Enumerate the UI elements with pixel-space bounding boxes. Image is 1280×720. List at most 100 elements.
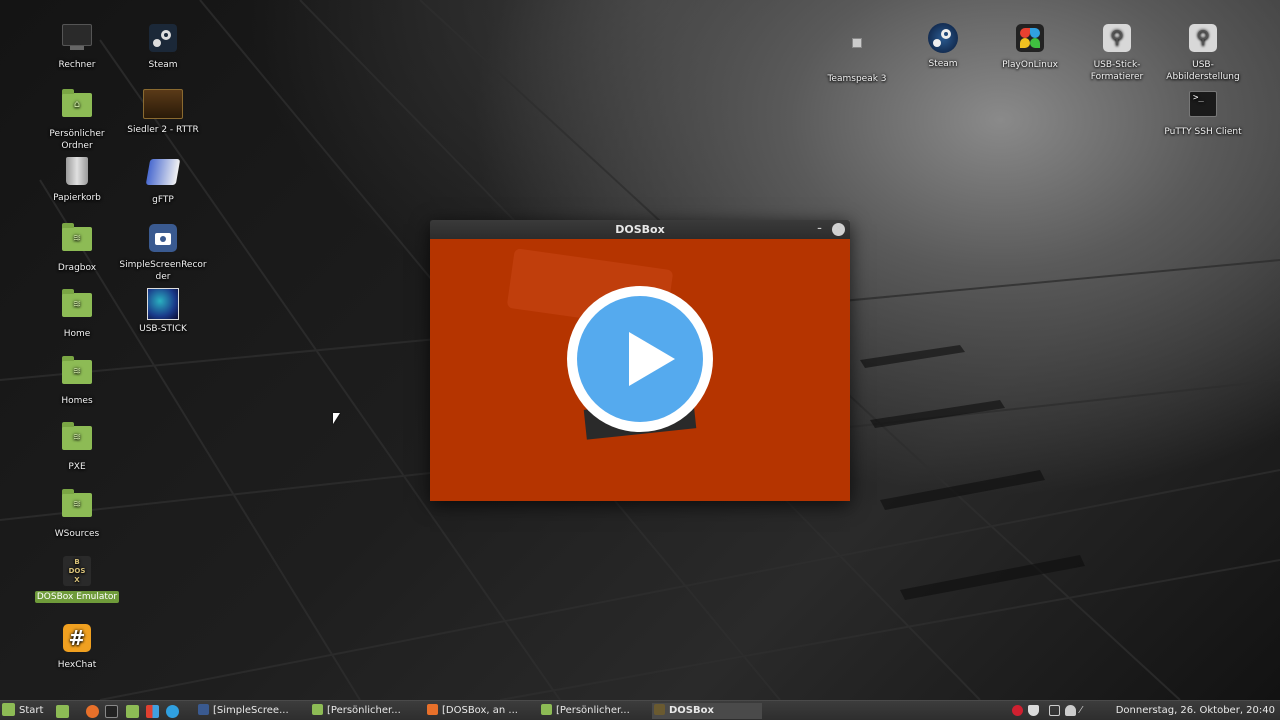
- home-folder-icon: ⌂: [61, 89, 93, 125]
- terminal-icon[interactable]: [105, 705, 118, 718]
- network-folder-icon: ≋: [61, 489, 93, 525]
- icon-label: PlayOnLinux: [1002, 60, 1058, 70]
- playonlinux-icon: [1014, 24, 1046, 56]
- desktop-icon-persoenlicher-ordner[interactable]: ⌂ Persönlicher Ordner: [31, 88, 123, 152]
- network-icon[interactable]: ⁄: [1080, 705, 1091, 716]
- icon-label: gFTP: [152, 195, 174, 205]
- steam-icon: [927, 23, 959, 55]
- desktop-icon-teamspeak[interactable]: Teamspeak 3: [811, 22, 903, 85]
- desktop-icon-papierkorb[interactable]: Papierkorb: [31, 155, 123, 204]
- teamspeak-icon: [841, 38, 873, 70]
- icon-label: Rechner: [58, 60, 96, 70]
- user-icon[interactable]: [1065, 705, 1076, 716]
- desktop-icon-usb-stick[interactable]: USB-STICK: [117, 288, 209, 335]
- shield-icon[interactable]: [1028, 705, 1039, 716]
- firefox-icon: [427, 704, 438, 715]
- desktop-icon-home[interactable]: ≋ Home: [31, 288, 123, 340]
- tray-app-icon[interactable]: [1012, 705, 1023, 716]
- icon-label: Siedler 2 - RTTR: [127, 125, 199, 135]
- desktop-icon-usb-abbilderstellung[interactable]: ⚲ USB-Abbilderstellung: [1157, 22, 1249, 83]
- gftp-icon: [145, 159, 181, 191]
- putty-icon: >_: [1187, 91, 1219, 123]
- icon-label: Homes: [61, 396, 93, 406]
- firefox-icon[interactable]: [86, 705, 99, 718]
- desktop: Rechner ⌂ Persönlicher Ordner Papierkorb…: [0, 0, 1280, 700]
- task-persoenlicher-1[interactable]: [Persönlicher...: [310, 703, 420, 719]
- desktop-icon-steam-right[interactable]: Steam: [897, 22, 989, 70]
- task-dosbox[interactable]: DOSBox: [652, 703, 762, 719]
- steam-icon: [147, 24, 179, 56]
- clock[interactable]: Donnerstag, 26. Oktober, 20:40: [1116, 703, 1275, 719]
- task-label: [Persönlicher...: [327, 705, 401, 716]
- icon-label: PXE: [68, 462, 86, 472]
- mouse-cursor: [333, 413, 340, 424]
- desktop-icon-dosbox-emulator[interactable]: B DOS X DOSBox Emulator: [31, 555, 123, 603]
- icon-label: Teamspeak 3: [827, 74, 887, 84]
- play-icon: [577, 296, 703, 422]
- screen-recorder-icon: [198, 704, 209, 715]
- desktop-icon-playonlinux[interactable]: PlayOnLinux: [984, 22, 1076, 71]
- window-titlebar[interactable]: DOSBox – ✕: [430, 220, 850, 239]
- folder-icon: [312, 704, 323, 715]
- desktop-icon-wsources[interactable]: ≋ WSources: [31, 488, 123, 540]
- file-manager-icon[interactable]: [126, 705, 139, 718]
- task-label: [Persönlicher...: [556, 705, 630, 716]
- icon-label: Papierkorb: [53, 193, 101, 203]
- usb-drive-icon: [147, 288, 179, 320]
- folder-icon: [541, 704, 552, 715]
- icon-label: WSources: [54, 529, 100, 539]
- play-button[interactable]: [567, 286, 713, 432]
- usb-icon: ⚲: [1187, 24, 1219, 56]
- clipboard-icon[interactable]: [1049, 705, 1060, 716]
- desktop-icon-dragbox[interactable]: ≋ Dragbox: [31, 222, 123, 274]
- icon-label: Dragbox: [57, 263, 97, 273]
- network-folder-icon: ≋: [61, 356, 93, 392]
- taskbar: Start [SimpleScree... [Persönlicher... […: [0, 700, 1280, 720]
- task-persoenlicher-2[interactable]: [Persönlicher...: [539, 703, 649, 719]
- show-desktop-icon[interactable]: [56, 705, 69, 718]
- network-folder-icon: ≋: [61, 422, 93, 458]
- icon-label: Persönlicher Ordner: [49, 129, 105, 151]
- desktop-icon-gftp[interactable]: gFTP: [117, 155, 209, 206]
- desktop-icon-simplescreenrecorder[interactable]: SimpleScreenRecorder: [117, 222, 209, 283]
- icon-label: Steam: [148, 60, 178, 70]
- icon-label: PuTTY SSH Client: [1164, 127, 1242, 137]
- icon-label: USB-Abbilderstellung: [1166, 60, 1240, 82]
- desktop-icon-hexchat[interactable]: # HexChat: [31, 622, 123, 671]
- desktop-icon-usb-stick-formatierer[interactable]: ⚲ USB-Stick-Formatierer: [1071, 22, 1163, 83]
- icon-label: Steam: [928, 59, 958, 69]
- close-button[interactable]: ✕: [832, 223, 845, 236]
- dosbox-window[interactable]: DOSBox – ✕: [430, 220, 850, 501]
- siedler-icon: [143, 89, 183, 121]
- desktop-icon-homes[interactable]: ≋ Homes: [31, 355, 123, 407]
- icon-label: USB-Stick-Formatierer: [1090, 60, 1144, 82]
- icon-label: Home: [63, 329, 91, 339]
- task-label: [DOSBox, an ...: [442, 705, 518, 716]
- network-folder-icon: ≋: [61, 289, 93, 325]
- desktop-icon-steam[interactable]: Steam: [117, 22, 209, 71]
- dosbox-content[interactable]: [430, 239, 850, 501]
- window-title: DOSBox: [615, 223, 665, 236]
- minimize-button[interactable]: –: [813, 223, 826, 236]
- desktop-icon-rechner[interactable]: Rechner: [31, 22, 123, 71]
- icon-label: HexChat: [57, 660, 97, 670]
- icon-label: USB-STICK: [139, 324, 187, 334]
- chat-icon[interactable]: [166, 705, 179, 718]
- task-dosbox-an[interactable]: [DOSBox, an ...: [425, 703, 535, 719]
- task-label: DOSBox: [669, 705, 714, 716]
- desktop-icon-putty[interactable]: >_ PuTTY SSH Client: [1157, 88, 1249, 138]
- usb-icon: ⚲: [1101, 24, 1133, 56]
- dosbox-icon: B DOS X: [61, 556, 93, 588]
- start-menu-icon: [2, 703, 15, 716]
- trash-icon: [61, 157, 93, 189]
- desktop-icon-siedler[interactable]: Siedler 2 - RTTR: [117, 88, 209, 136]
- start-button[interactable]: Start: [2, 703, 52, 719]
- icon-label: SimpleScreenRecorder: [119, 260, 207, 282]
- hexchat-icon: #: [61, 624, 93, 656]
- task-simplescreenrecorder[interactable]: [SimpleScree...: [196, 703, 306, 719]
- icon-label: DOSBox Emulator: [34, 591, 120, 603]
- network-folder-icon: ≋: [61, 223, 93, 259]
- software-center-icon[interactable]: [146, 705, 159, 718]
- dosbox-icon: [654, 704, 665, 715]
- desktop-icon-pxe[interactable]: ≋ PXE: [31, 421, 123, 473]
